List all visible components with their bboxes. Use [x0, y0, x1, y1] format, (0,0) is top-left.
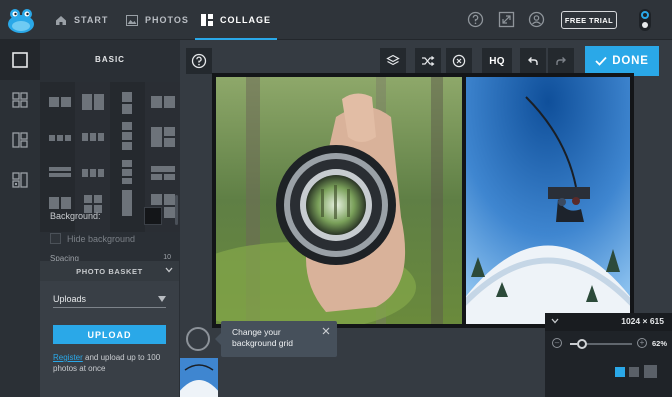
background-color-swatch[interactable] — [144, 207, 162, 225]
account-dot-icon — [641, 11, 649, 19]
photo-basket: PHOTO BASKET Uploads UPLOAD Register and… — [40, 261, 179, 397]
basket-photo-thumbnail[interactable] — [180, 358, 218, 397]
layout-thumbnail[interactable] — [82, 92, 104, 112]
view-large-button[interactable] — [644, 365, 657, 378]
layout-thumbnail[interactable] — [151, 127, 175, 147]
layout-category-rail — [0, 40, 45, 397]
layout-thumbnail[interactable] — [151, 94, 175, 110]
upload-button[interactable]: UPLOAD — [53, 325, 166, 344]
photo-basket-header[interactable]: PHOTO BASKET — [40, 261, 179, 281]
zoom-slider[interactable] — [570, 339, 632, 349]
clear-icon — [452, 54, 466, 68]
rail-item-mixed[interactable] — [0, 160, 40, 200]
background-label: Background: — [50, 211, 101, 221]
hide-background-checkbox[interactable]: Hide background — [50, 233, 135, 244]
help-button[interactable] — [186, 48, 212, 74]
tooltip-line-2: background grid — [232, 338, 293, 348]
undo-button[interactable] — [520, 48, 546, 74]
layout-thumbnail[interactable] — [82, 129, 104, 145]
collage-cell-ski-lift-photo[interactable] — [466, 77, 630, 324]
hide-background-label: Hide background — [67, 233, 136, 244]
zoom-percentage: 62% — [651, 339, 667, 348]
checkmark-icon — [595, 56, 607, 66]
zoom-out-icon[interactable]: – — [552, 338, 562, 348]
canvas-size-panel: 1024 × 615 – + 62% — [545, 313, 672, 397]
tab-photos[interactable]: PHOTOS — [126, 0, 189, 40]
chevron-down-icon — [551, 318, 559, 324]
home-icon — [56, 15, 66, 25]
layout-thumbnail[interactable] — [120, 122, 134, 150]
zoom-in-icon[interactable]: + — [637, 338, 647, 348]
caret-down-icon — [158, 296, 166, 302]
rail-item-columns[interactable] — [0, 120, 40, 160]
close-icon[interactable] — [322, 327, 330, 335]
chevron-down-icon — [165, 267, 173, 273]
tab-start[interactable]: START — [55, 0, 108, 40]
account-dot-icon — [642, 22, 648, 28]
clear-button[interactable] — [446, 48, 472, 74]
account-switch[interactable] — [639, 9, 651, 31]
canvas-size-header[interactable]: 1024 × 615 — [545, 313, 672, 331]
zoom-slider-fill — [570, 343, 577, 345]
photo-source-select[interactable]: Uploads — [53, 290, 166, 308]
rail-item-basic[interactable] — [0, 40, 45, 80]
background-grid-handle[interactable] — [186, 327, 210, 351]
rail-item-grid[interactable] — [0, 80, 40, 120]
layout-thumbnail[interactable] — [82, 165, 104, 181]
checkbox-icon — [50, 233, 61, 244]
done-button[interactable]: DONE — [585, 46, 659, 76]
tab-start-label: START — [74, 15, 109, 25]
background-row: Background: — [50, 207, 175, 225]
account-icon[interactable] — [528, 11, 545, 28]
collage-canvas — [212, 73, 634, 328]
layout-thumbnail[interactable] — [49, 165, 71, 181]
layout-thumbnail[interactable] — [120, 92, 134, 114]
collage-cell-lens-photo[interactable] — [216, 77, 462, 324]
top-bar: START PHOTOS COLLAGE FREE TRIAL — [0, 0, 672, 40]
hq-button[interactable]: HQ — [482, 48, 512, 74]
layout-thumbnail[interactable] — [49, 130, 71, 146]
view-medium-button[interactable] — [629, 367, 639, 377]
collage-icon — [201, 14, 213, 26]
help-icon — [191, 53, 207, 69]
photo-basket-title: PHOTO BASKET — [76, 266, 143, 276]
tab-collage-label: COLLAGE — [220, 15, 271, 25]
layout-columns-icon — [12, 132, 28, 148]
redo-button[interactable] — [548, 48, 574, 74]
panel-scrollbar[interactable] — [175, 195, 178, 225]
frog-logo-icon[interactable] — [6, 5, 36, 35]
layers-icon — [386, 54, 400, 66]
layout-thumbnail[interactable] — [120, 160, 134, 184]
layout-thumbnail[interactable] — [151, 164, 175, 182]
collage-editor-app: START PHOTOS COLLAGE FREE TRIAL BASIC Ba… — [0, 0, 672, 397]
background-grid-tooltip: Change your background grid — [215, 321, 337, 357]
layout-grid-icon — [12, 92, 28, 108]
view-small-button[interactable] — [615, 367, 625, 377]
redo-icon — [556, 57, 566, 65]
register-link[interactable]: Register — [53, 353, 83, 362]
done-label: DONE — [612, 55, 649, 67]
photo-source-value: Uploads — [53, 293, 87, 304]
hq-label: HQ — [489, 55, 505, 67]
register-note: Register and upload up to 100 photos at … — [53, 352, 169, 374]
zoom-slider-handle[interactable] — [577, 339, 587, 349]
fullscreen-icon[interactable] — [498, 11, 515, 28]
panel-title: BASIC — [95, 54, 125, 64]
free-trial-button[interactable]: FREE TRIAL — [561, 11, 617, 29]
shuffle-icon — [422, 56, 435, 66]
canvas-dimensions: 1024 × 615 — [621, 316, 664, 326]
shuffle-button[interactable] — [415, 48, 441, 74]
undo-icon — [528, 57, 538, 65]
tab-photos-label: PHOTOS — [145, 15, 189, 25]
layout-thumbnail[interactable] — [49, 94, 71, 110]
spacing-value: 10 — [163, 254, 171, 261]
help-icon[interactable] — [467, 11, 484, 28]
layers-button[interactable] — [380, 48, 406, 74]
tab-collage[interactable]: COLLAGE — [195, 0, 277, 40]
collage-workspace: HQ DONE Change your background grid 1024… — [180, 40, 672, 397]
layout-single-icon — [12, 52, 28, 68]
image-icon — [126, 14, 138, 26]
layout-mixed-icon — [12, 172, 28, 188]
